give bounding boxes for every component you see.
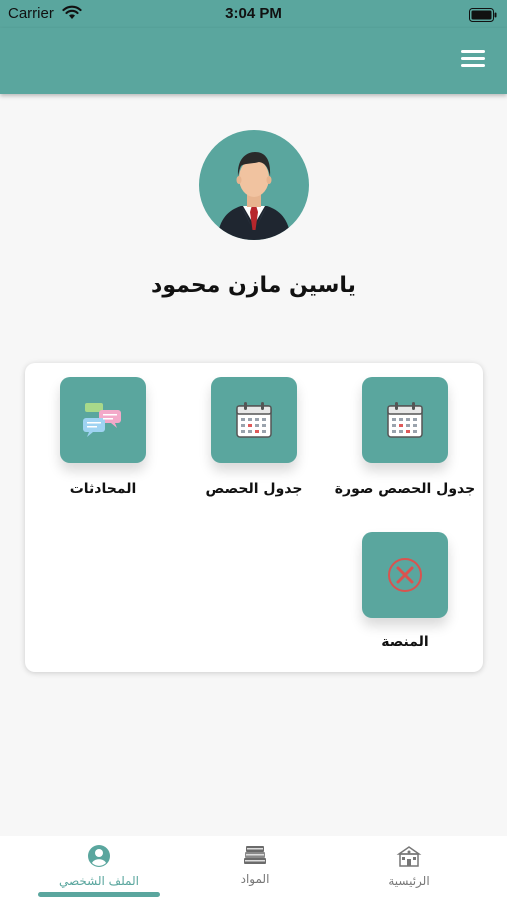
- schedule-image-label: جدول الحصص صورة: [334, 481, 476, 497]
- chats-tile[interactable]: [60, 377, 146, 463]
- nav-label-subjects: المواد: [240, 872, 270, 886]
- clock-time: 3:04 PM: [225, 5, 282, 22]
- app-bar: [0, 28, 507, 94]
- schedule-image-tile[interactable]: [362, 377, 448, 463]
- calendar-icon: [387, 402, 423, 438]
- profile-name: ياسين مازن محمود: [151, 273, 356, 298]
- menu-button[interactable]: [461, 50, 485, 70]
- profile-icon: [88, 845, 110, 867]
- books-icon: [244, 846, 266, 864]
- hamburger-icon-line: [461, 64, 485, 67]
- calendar-icon: [236, 402, 272, 438]
- school-icon: [396, 846, 422, 867]
- platform-tile[interactable]: [362, 532, 448, 618]
- hamburger-icon-line: [461, 57, 485, 60]
- status-bar: Carrier 3:04 PM: [0, 0, 507, 28]
- nav-label-home: الرئيسية: [388, 874, 430, 888]
- battery-icon: [469, 7, 497, 26]
- nav-item-subjects[interactable]: المواد: [180, 844, 330, 886]
- close-circle-icon: [388, 558, 422, 592]
- chats-label: المحادثات: [69, 481, 137, 497]
- active-tab-indicator: [38, 892, 160, 897]
- nav-item-profile[interactable]: الملف الشخصي: [24, 844, 174, 888]
- bottom-nav: الملف الشخصي المواد الرئيسية: [0, 836, 507, 900]
- services-card: جدول الحصص صورة جدول الحصص المحادثات الم…: [25, 363, 483, 672]
- nav-item-home[interactable]: الرئيسية: [334, 844, 484, 888]
- user-avatar-icon: [217, 152, 291, 240]
- avatar: [199, 130, 309, 240]
- platform-label: المنصة: [381, 634, 429, 650]
- chat-bubbles-icon: [83, 403, 121, 437]
- schedule-tile[interactable]: [211, 377, 297, 463]
- nav-label-profile: الملف الشخصي: [59, 874, 139, 888]
- hamburger-icon: [461, 50, 485, 53]
- schedule-label: جدول الحصص: [205, 481, 303, 497]
